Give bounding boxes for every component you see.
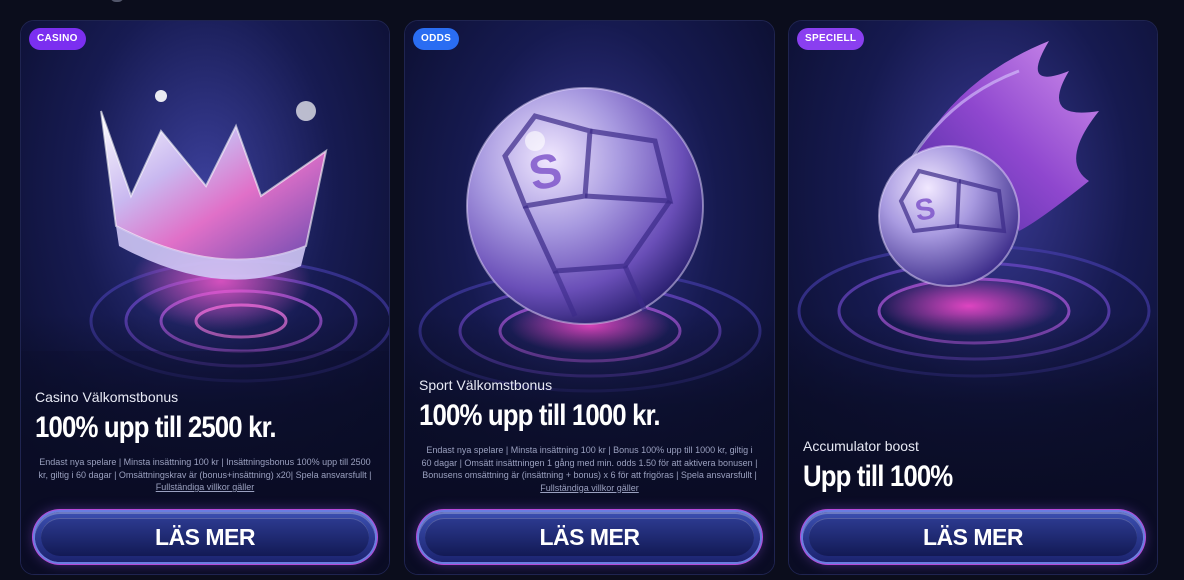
promo-card-odds[interactable]: S ODDS Sport Välkomstbonus 100% upp till… <box>404 20 775 575</box>
promo-subtitle: Accumulator boost <box>803 438 919 454</box>
promo-card-special[interactable]: S SPECIELL Accumulator boost Upp till 10… <box>788 20 1158 575</box>
read-more-button[interactable]: LÄS MER <box>419 512 760 562</box>
read-more-label: LÄS MER <box>539 524 641 550</box>
category-badge: SPECIELL <box>797 28 865 50</box>
terms-link[interactable]: Fullständiga villkor gäller <box>421 482 758 495</box>
promo-cards-row: CASINO Casino Välkomstbonus 100% upp til… <box>20 20 1160 576</box>
section-header-strip <box>0 0 1184 14</box>
promo-headline: Upp till 100% <box>803 460 953 493</box>
promo-card-casino[interactable]: CASINO Casino Välkomstbonus 100% upp til… <box>20 20 390 575</box>
read-more-button[interactable]: LÄS MER <box>35 512 375 562</box>
terms-text: Endast nya spelare | Minsta insättning 1… <box>38 457 372 480</box>
promo-text: Sport Välkomstbonus 100% upp till 1000 k… <box>419 377 760 494</box>
promo-headline: 100% upp till 1000 kr. <box>419 399 661 432</box>
promo-terms: Endast nya spelare | Minsta insättning 1… <box>35 456 375 494</box>
promo-text: Casino Välkomstbonus 100% upp till 2500 … <box>35 389 375 494</box>
promo-headline: 100% upp till 2500 kr. <box>35 411 277 444</box>
read-more-button[interactable]: LÄS MER <box>803 512 1143 562</box>
read-more-label: LÄS MER <box>155 524 256 550</box>
terms-text: Endast nya spelare | Minsta insättning 1… <box>421 445 758 480</box>
category-badge: CASINO <box>29 28 86 50</box>
terms-link[interactable]: Fullständiga villkor gäller <box>37 481 373 494</box>
promo-text: Accumulator boost Upp till 100% <box>803 438 1143 493</box>
promo-terms: Endast nya spelare | Minsta insättning 1… <box>419 444 760 494</box>
header-text-fragment <box>110 0 124 2</box>
category-badge: ODDS <box>413 28 460 50</box>
promo-subtitle: Casino Välkomstbonus <box>35 389 179 405</box>
promo-subtitle: Sport Välkomstbonus <box>419 377 553 393</box>
read-more-label: LÄS MER <box>923 524 1024 550</box>
promotions-page: CASINO Casino Välkomstbonus 100% upp til… <box>0 0 1184 580</box>
